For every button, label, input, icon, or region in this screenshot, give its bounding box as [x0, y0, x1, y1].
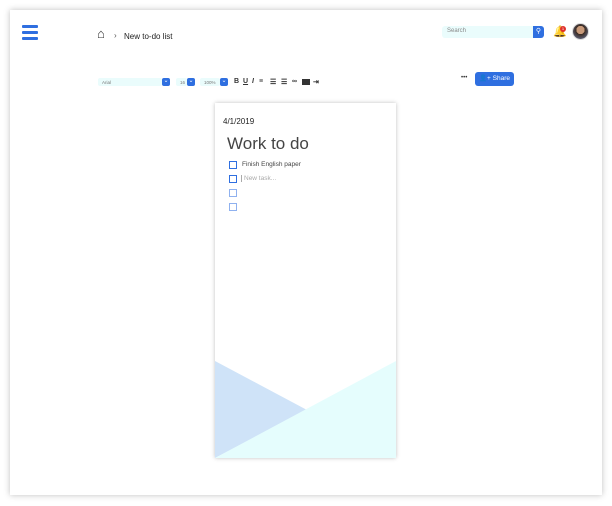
document-date: 4/1/2019 — [223, 117, 255, 126]
task-checkbox[interactable] — [229, 203, 237, 211]
bullet-list-icon[interactable]: ☰ — [281, 78, 287, 86]
font-select[interactable]: Arial — [98, 78, 162, 86]
task-checkbox[interactable] — [229, 189, 237, 197]
share-button[interactable]: 👤+ Share — [475, 72, 514, 86]
underline-button[interactable]: U — [243, 78, 248, 85]
search-icon[interactable]: ⚲ — [533, 26, 544, 38]
align-icon[interactable]: ≡ — [259, 78, 263, 85]
task-checkbox[interactable] — [229, 175, 237, 183]
chevron-down-icon[interactable]: ⌄ — [162, 78, 170, 86]
hamburger-menu-icon[interactable] — [22, 25, 38, 43]
task-text[interactable]: Finish English paper — [242, 161, 301, 168]
breadcrumb[interactable]: New to-do list — [124, 32, 172, 41]
avatar[interactable] — [572, 23, 589, 40]
size-select[interactable]: 16 — [176, 78, 187, 86]
task-checkbox[interactable] — [229, 161, 237, 169]
chevron-down-icon[interactable]: ⌄ — [220, 78, 228, 86]
new-task-input[interactable]: New task... — [241, 175, 276, 182]
indent-icon[interactable]: ⇥ — [313, 78, 319, 86]
background-decoration — [215, 361, 396, 458]
home-icon[interactable]: ⌂ — [97, 27, 105, 40]
document-title[interactable]: Work to do — [227, 134, 309, 154]
bold-button[interactable]: B — [234, 78, 239, 85]
search-input[interactable]: Search ⚲ — [442, 26, 544, 38]
document-page: 4/1/2019 Work to do Finish English paper… — [215, 103, 396, 458]
more-options-icon[interactable]: ••• — [461, 75, 467, 81]
chevron-down-icon[interactable]: ⌄ — [187, 78, 195, 86]
numbered-list-icon[interactable]: ☰ — [270, 78, 276, 86]
italic-button[interactable]: I — [252, 78, 254, 85]
notification-badge: 1 — [560, 26, 566, 32]
zoom-select[interactable]: 100% — [200, 78, 220, 86]
chevron-right-icon: › — [114, 31, 117, 40]
search-placeholder: Search — [447, 28, 467, 34]
link-icon[interactable]: ∞ — [292, 78, 297, 85]
image-icon[interactable] — [302, 79, 310, 85]
